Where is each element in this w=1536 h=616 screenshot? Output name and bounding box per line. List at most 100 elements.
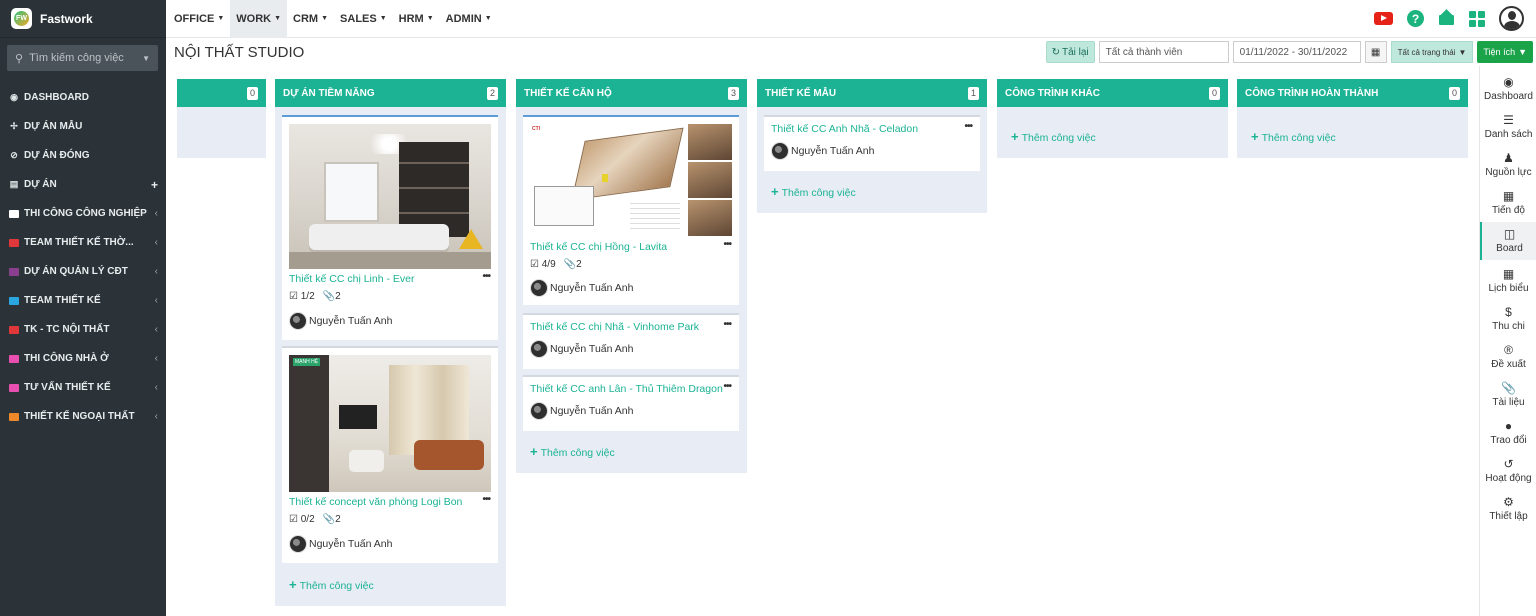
column-header[interactable]: THIẾT KẾ CĂN HỘ 3 [516, 79, 747, 107]
sidebar-item-du-an-mau[interactable]: ✢ DỰ ÁN MẪU [0, 112, 166, 141]
task-card[interactable]: Thiết kế CC anh Lân - Thủ Thiêm Dragon •… [523, 375, 739, 431]
task-card[interactable]: Thiết kế CC chị Nhã - Vinhome Park ••• N… [523, 313, 739, 369]
card-title[interactable]: Thiết kế CC Anh Nhã - Celadon [771, 123, 918, 135]
plus-icon: + [289, 577, 297, 592]
card-title[interactable]: Thiết kế CC anh Lân - Thủ Thiêm Dragon [530, 383, 723, 395]
more-options-icon[interactable]: ••• [723, 239, 731, 250]
caret-down-icon[interactable]: ▼ [142, 54, 150, 63]
view-label: Trao đổi [1490, 435, 1527, 446]
add-task-button[interactable]: + Thêm công việc [1251, 129, 1336, 144]
apps-grid-icon[interactable] [1469, 10, 1485, 27]
task-card[interactable]: Thiết kế CC Anh Nhã - Celadon ••• Nguyễn… [764, 115, 980, 171]
members-filter-input[interactable]: Tất cả thành viên [1098, 41, 1229, 63]
menu-admin[interactable]: ADMIN ▼ [440, 0, 498, 38]
expand-icon: ✢ [10, 121, 18, 131]
sidebar-item-folder[interactable]: TƯ VẤN THIẾT KẾ ‹ [0, 373, 166, 402]
column-title: THIẾT KẾ MẪU [765, 87, 837, 99]
more-options-icon[interactable]: ••• [482, 271, 490, 282]
task-card[interactable]: MẠNH HỆ Thiết kế concept văn phòng Logi … [282, 346, 498, 563]
view-discussion[interactable]: ● Trao đổi [1480, 414, 1536, 452]
view-resources[interactable]: ♟ Nguồn lực [1480, 146, 1536, 184]
chevron-left-icon: ‹ [154, 324, 158, 335]
attachment-count: 📎2 [323, 514, 341, 525]
column-title: THIẾT KẾ CĂN HỘ [524, 87, 612, 99]
board-column: CÔNG TRÌNH KHÁC 0 + Thêm công việc [997, 79, 1228, 158]
column-header[interactable]: CÔNG TRÌNH HOÀN THÀNH 0 [1237, 79, 1468, 107]
sidebar-item-folder[interactable]: THI CÔNG NHÀ Ở ‹ [0, 344, 166, 373]
task-card[interactable]: Thiết kế CC chị Linh - Ever ••• ☑ 1/2 📎2… [282, 115, 498, 340]
ban-icon: ⊘ [10, 150, 18, 160]
caret-down-icon: ▼ [484, 15, 492, 22]
menu-office[interactable]: OFFICE ▼ [168, 0, 230, 38]
card-title[interactable]: Thiết kế CC chị Hồng - Lavita [530, 241, 667, 253]
sidebar-item-du-an-dong[interactable]: ⊘ DỰ ÁN ĐÓNG [0, 141, 166, 170]
sidebar-item-folder[interactable]: THIẾT KẾ NGOẠI THẤT ‹ [0, 402, 166, 431]
sidebar-item-dashboard[interactable]: ◉ DASHBOARD [0, 83, 166, 112]
comments-icon: ● [1504, 419, 1513, 433]
column-header[interactable]: CÔNG TRÌNH KHÁC 0 [997, 79, 1228, 107]
more-options-icon[interactable]: ••• [964, 121, 972, 132]
column-header[interactable]: DỰ ÁN TIỀM NĂNG 2 [275, 79, 506, 107]
youtube-icon[interactable] [1374, 12, 1393, 25]
mail-icon[interactable] [1438, 11, 1455, 26]
view-list[interactable]: ☰ Danh sách [1480, 108, 1536, 146]
reload-button[interactable]: ↻ Tải lại [1045, 41, 1095, 63]
plus-icon: + [1251, 129, 1259, 144]
sidebar-item-du-an[interactable]: ▤ DỰ ÁN + [0, 170, 166, 199]
search-input[interactable]: ⚲ Tìm kiếm công việc ▼ [7, 45, 158, 71]
caret-down-icon: ▼ [1518, 47, 1527, 57]
folder-icon [9, 238, 19, 247]
add-task-button[interactable]: + Thêm công việc [530, 444, 615, 459]
sidebar-item-folder[interactable]: DỰ ÁN QUẢN LÝ CĐT ‹ [0, 257, 166, 286]
avatar [530, 340, 548, 358]
plus-icon: + [530, 444, 538, 459]
more-options-icon[interactable]: ••• [723, 381, 731, 392]
menu-label: OFFICE [174, 12, 215, 25]
help-icon[interactable]: ? [1407, 10, 1424, 27]
add-project-icon[interactable]: + [151, 178, 158, 192]
add-task-button[interactable]: + Thêm công việc [289, 577, 374, 592]
column-header[interactable]: THIẾT KẾ MẪU 1 [757, 79, 987, 107]
view-finance[interactable]: $ Thu chi [1480, 300, 1536, 338]
user-avatar-icon[interactable] [1499, 6, 1524, 31]
view-board[interactable]: ◫ Board [1480, 222, 1536, 260]
card-assignee: Nguyễn Tuấn Anh [289, 535, 392, 553]
card-title[interactable]: Thiết kế concept văn phòng Logi Bon [289, 496, 462, 508]
paperclip-icon: 📎 [1501, 381, 1516, 395]
menu-crm[interactable]: CRM ▼ [287, 0, 334, 38]
menu-sales[interactable]: SALES ▼ [334, 0, 393, 38]
view-activity[interactable]: ↺ Hoạt động [1480, 452, 1536, 490]
card-title[interactable]: Thiết kế CC chị Linh - Ever [289, 273, 414, 285]
view-calendar[interactable]: ▦ Lịch biểu [1480, 262, 1536, 300]
utilities-button[interactable]: Tiện ích ▼ [1477, 41, 1533, 63]
view-settings[interactable]: ⚙ Thiết lập [1480, 490, 1536, 528]
list-icon: ☰ [1503, 113, 1514, 127]
date-range-input[interactable]: 01/11/2022 - 30/11/2022 [1232, 41, 1361, 63]
add-task-button[interactable]: + Thêm công việc [771, 184, 856, 199]
menu-hrm[interactable]: HRM ▼ [393, 0, 440, 38]
view-proposals[interactable]: ® Đề xuất [1480, 338, 1536, 376]
column-count-badge: 0 [1208, 86, 1220, 100]
add-task-button[interactable]: + Thêm công việc [1011, 129, 1096, 144]
column-header[interactable]: 0 [177, 79, 266, 107]
task-card[interactable]: CTI Thiết kế CC chị Hồng - Lavita ••• ☑ … [523, 115, 739, 305]
status-filter-button[interactable]: Tất cả trạng thái ▼ [1390, 41, 1474, 63]
board-column: 0 [177, 79, 266, 158]
calendar-icon[interactable]: ▦ [1364, 41, 1387, 63]
more-options-icon[interactable]: ••• [723, 319, 731, 330]
more-options-icon[interactable]: ••• [482, 494, 490, 505]
chevron-left-icon: ‹ [154, 411, 158, 422]
view-progress[interactable]: ▦ Tiến độ [1480, 184, 1536, 222]
sidebar-item-folder[interactable]: TEAM THIẾT KẾ ‹ [0, 286, 166, 315]
view-dashboard[interactable]: ◉ Dashboard [1480, 70, 1536, 108]
menu-work[interactable]: WORK ▼ [230, 0, 288, 38]
view-documents[interactable]: 📎 Tài liệu [1480, 376, 1536, 414]
utilities-label: Tiện ích [1483, 47, 1516, 57]
brand[interactable]: FW Fastwork [0, 0, 166, 38]
page-header: NỘI THẤT STUDIO ↻ Tải lại Tất cả thành vi… [166, 38, 1536, 66]
sidebar-item-folder[interactable]: TEAM THIẾT KẾ THỜ... ‹ [0, 228, 166, 257]
card-title[interactable]: Thiết kế CC chị Nhã - Vinhome Park [530, 321, 699, 333]
search-placeholder: Tìm kiếm công việc [29, 52, 124, 64]
sidebar-item-folder[interactable]: TK - TC NỘI THẤT ‹ [0, 315, 166, 344]
sidebar-item-folder[interactable]: THI CÔNG CÔNG NGHIỆP ‹ [0, 199, 166, 228]
